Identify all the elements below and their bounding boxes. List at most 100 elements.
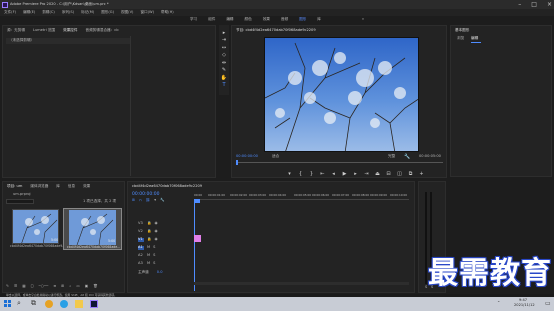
add-marker-icon[interactable]: ▾ xyxy=(286,170,293,177)
automate-icon[interactable]: ⊞ xyxy=(61,284,64,289)
tab-audio-clip-mixer[interactable]: 音频剪辑混合器：cb xyxy=(86,28,119,33)
tab-browse[interactable]: 浏览 xyxy=(457,36,464,41)
freeform-view-icon[interactable]: ◻ xyxy=(31,284,34,289)
track-label[interactable]: V3 xyxy=(138,221,144,226)
tab-effects[interactable]: 效果 xyxy=(83,184,90,189)
menu-clip[interactable]: 剪辑(C) xyxy=(42,10,55,15)
task-view-icon[interactable]: ⧉ xyxy=(31,299,36,308)
more-workspaces-icon[interactable]: » xyxy=(362,18,364,22)
menu-graphics[interactable]: 图形(G) xyxy=(101,10,114,15)
track-label[interactable]: V2 xyxy=(138,229,144,234)
step-back-icon[interactable]: ◂ xyxy=(330,170,337,177)
mute-icon[interactable]: M xyxy=(147,253,150,258)
add-button-icon[interactable]: + xyxy=(418,170,425,177)
snap-icon[interactable]: ∩ xyxy=(139,198,142,203)
edge-icon[interactable] xyxy=(60,300,68,308)
icon-view-icon[interactable]: ▦ xyxy=(22,284,25,289)
workspace-tab-audio[interactable]: 音频 xyxy=(281,18,288,22)
menu-marker[interactable]: 标记(M) xyxy=(81,10,94,15)
track-label[interactable]: V1 xyxy=(138,237,144,242)
mark-out-icon[interactable]: } xyxy=(308,170,315,177)
timeline-settings-icon[interactable]: 🔧 xyxy=(160,198,164,203)
track-label[interactable]: A2 xyxy=(138,253,144,258)
tab-lumetri-scopes[interactable]: Lumetri 范围 xyxy=(33,28,55,33)
settings-wrench-icon[interactable]: 🔧 xyxy=(404,154,410,160)
find-icon[interactable]: ⌕ xyxy=(69,284,71,289)
menu-window[interactable]: 窗口(W) xyxy=(140,10,154,15)
ripple-edit-tool-icon[interactable]: ↔ xyxy=(221,45,227,51)
timeline-scrollbar[interactable] xyxy=(194,282,409,285)
new-item-icon[interactable]: ▣ xyxy=(85,284,88,289)
tab-source[interactable]: 源：无剪辑 xyxy=(7,28,25,33)
pencil-icon[interactable]: ✎ xyxy=(6,284,9,289)
play-icon[interactable]: ▶ xyxy=(341,170,348,177)
tab-media-browser[interactable]: 媒体浏览器 xyxy=(30,184,48,189)
workspace-tab-graphics[interactable]: 图形 xyxy=(299,18,306,22)
track-label[interactable]: A1 xyxy=(138,245,144,250)
minimize-button[interactable]: – xyxy=(518,1,521,8)
timeline-sequence-tab[interactable]: cbd4f4d2ea6470dab70f068ade9c2209 xyxy=(132,184,202,189)
selection-tool-icon[interactable]: ▸ xyxy=(221,30,227,36)
new-bin-icon[interactable]: ▭ xyxy=(76,284,79,289)
lift-icon[interactable]: ⏏ xyxy=(374,170,381,177)
tab-info[interactable]: 信息 xyxy=(68,184,75,189)
clock-date[interactable]: 2021/11/12 xyxy=(514,303,535,308)
resolution-select[interactable]: 完整 xyxy=(388,154,395,159)
menu-sequence[interactable]: 序列(S) xyxy=(62,10,74,15)
search-icon[interactable]: ⌕ xyxy=(17,299,21,308)
eye-icon[interactable]: ◉ xyxy=(154,229,157,234)
tab-project[interactable]: 项目: um xyxy=(7,184,22,189)
step-forward-icon[interactable]: ▸ xyxy=(352,170,359,177)
zoom-select[interactable]: 适合 xyxy=(272,154,279,159)
eye-icon[interactable]: ◉ xyxy=(154,237,157,242)
razor-tool-icon[interactable]: ◇ xyxy=(221,52,227,58)
solo-icon[interactable]: S xyxy=(153,245,155,250)
workspace-tab-editing[interactable]: 编辑 xyxy=(226,18,233,22)
menu-help[interactable]: 帮助(H) xyxy=(161,10,174,15)
compare-view-icon[interactable]: ⧉ xyxy=(407,170,414,177)
file-explorer-icon[interactable] xyxy=(75,300,83,308)
track-label[interactable]: A3 xyxy=(138,261,144,266)
program-timecode-current[interactable]: 00:00:00:00 xyxy=(236,154,258,159)
project-item-selected[interactable]: cbd4f4d2ea6470dab70f068ade... 5:00 xyxy=(63,208,122,250)
tab-effect-controls[interactable]: 效果控件 xyxy=(63,28,77,33)
timeline-timecode[interactable]: 00:00:00:00 xyxy=(132,192,159,198)
mark-in-icon[interactable]: { xyxy=(297,170,304,177)
menu-view[interactable]: 视图(V) xyxy=(121,10,133,15)
lock-icon[interactable]: 🔒 xyxy=(147,221,151,226)
add-marker-icon[interactable]: ▾ xyxy=(154,198,156,203)
workspace-tab-effects[interactable]: 效果 xyxy=(263,18,270,22)
timeline-playhead[interactable] xyxy=(194,199,200,203)
menu-edit[interactable]: 编辑(E) xyxy=(23,10,35,15)
playback-scrubber[interactable] xyxy=(236,162,443,163)
mute-icon[interactable]: M xyxy=(147,261,150,266)
zoom-slider[interactable]: ─○── xyxy=(39,284,49,289)
workspace-tab-color[interactable]: 颜色 xyxy=(245,18,252,22)
track-select-tool-icon[interactable]: ⇥ xyxy=(221,37,227,43)
notification-icon[interactable]: ▭ xyxy=(545,300,551,307)
close-button[interactable]: × xyxy=(547,1,552,8)
tab-edit[interactable]: 编辑 xyxy=(471,36,478,41)
slip-tool-icon[interactable]: ⇹ xyxy=(221,60,227,66)
hand-tool-icon[interactable]: ✋ xyxy=(221,75,227,81)
list-view-icon[interactable]: ☰ xyxy=(14,284,17,289)
network-icon[interactable]: ⌃ xyxy=(497,300,500,305)
type-tool-icon[interactable]: T xyxy=(221,82,227,88)
project-search-input[interactable] xyxy=(6,199,34,204)
pen-tool-icon[interactable]: ✎ xyxy=(221,67,227,73)
insert-nest-icon[interactable]: ⊞ xyxy=(132,198,135,203)
lock-icon[interactable]: 🔒 xyxy=(147,229,151,234)
menu-file[interactable]: 文件(F) xyxy=(4,10,16,15)
video-clip[interactable] xyxy=(194,235,201,242)
master-volume[interactable]: 0.0 xyxy=(157,270,163,275)
workspace-tab-libraries[interactable]: 库 xyxy=(317,18,321,22)
solo-icon[interactable]: S xyxy=(153,261,155,266)
go-to-in-icon[interactable]: ⇤ xyxy=(319,170,326,177)
workspace-tab-learn[interactable]: 学习 xyxy=(190,18,197,22)
maximize-button[interactable]: □ xyxy=(531,1,537,8)
premiere-taskbar-icon[interactable] xyxy=(90,300,98,308)
go-to-out-icon[interactable]: ⇥ xyxy=(363,170,370,177)
lock-icon[interactable]: 🔒 xyxy=(147,237,151,242)
trash-icon[interactable]: 🗑 xyxy=(93,284,98,289)
solo-icon[interactable]: S xyxy=(425,285,427,290)
